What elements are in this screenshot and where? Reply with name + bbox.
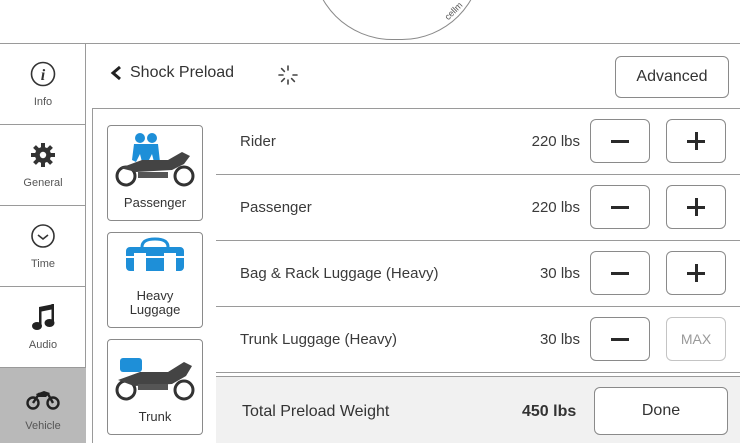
plus-icon (687, 198, 705, 216)
chevron-left-icon (110, 65, 121, 81)
load-value: 30 lbs (539, 265, 580, 282)
trunk-motorcycle-icon (112, 344, 198, 402)
minus-icon (611, 139, 629, 143)
preset-label-line2: Luggage (129, 302, 181, 317)
sidebar-item-info[interactable]: i Info (0, 44, 86, 125)
increase-button[interactable] (666, 185, 726, 229)
sidebar-item-label: Vehicle (25, 420, 61, 432)
preset-trunk-tile[interactable]: Trunk (107, 339, 203, 435)
svg-text:i: i (41, 67, 46, 84)
preset-heavy-luggage-tile[interactable]: Heavy Luggage (107, 232, 203, 328)
load-name: Passenger (240, 199, 312, 216)
minus-icon (611, 337, 629, 341)
decrease-button[interactable] (590, 251, 650, 295)
sidebar-item-vehicle[interactable]: Vehicle (0, 368, 86, 443)
preset-column: Passenger Heavy Luggage Trunk (92, 108, 216, 443)
sidebar-item-label: Time (30, 258, 56, 270)
total-row: Total Preload Weight 450 lbs Done (216, 376, 740, 443)
plus-icon (687, 132, 705, 150)
rider-passenger-motorcycle-icon (112, 130, 198, 188)
load-row-rider: Rider 220 lbs (216, 109, 740, 175)
advanced-button[interactable]: Advanced (615, 56, 729, 98)
plus-icon (687, 264, 705, 282)
total-label: Total Preload Weight (242, 403, 390, 420)
decrease-button[interactable] (590, 185, 650, 229)
load-value: 220 lbs (531, 133, 580, 150)
preset-label: Trunk (138, 409, 172, 424)
load-name: Bag & Rack Luggage (Heavy) (240, 265, 439, 282)
increase-button[interactable] (666, 251, 726, 295)
load-row-trunk-luggage: Trunk Luggage (Heavy) 30 lbs MAX (216, 307, 740, 373)
preset-label-line1: Heavy (136, 288, 174, 303)
load-name: Trunk Luggage (Heavy) (240, 331, 398, 348)
page-title: Shock Preload (130, 64, 235, 81)
sidebar-item-label: Audio (28, 339, 58, 351)
increase-button[interactable] (666, 119, 726, 163)
music-note-icon (0, 301, 86, 333)
sidebar: i Info General Time Audio Vehicle (0, 44, 86, 443)
info-icon: i (0, 58, 86, 90)
decrease-button[interactable] (590, 317, 650, 361)
sidebar-item-label: Info (33, 96, 53, 108)
top-status-bar: cellm (0, 0, 740, 44)
sidebar-item-audio[interactable]: Audio (0, 287, 86, 368)
page-header: Shock Preload Advanced (86, 44, 740, 108)
motorcycle-icon (0, 382, 86, 414)
sidebar-item-label: General (23, 177, 63, 189)
load-name: Rider (240, 133, 276, 150)
sidebar-item-time[interactable]: Time (0, 206, 86, 287)
load-value: 220 lbs (531, 199, 580, 216)
minus-icon (611, 205, 629, 209)
load-row-passenger: Passenger 220 lbs (216, 175, 740, 241)
load-value: 30 lbs (539, 331, 580, 348)
preset-passenger-tile[interactable]: Passenger (107, 125, 203, 221)
luggage-icon (112, 237, 198, 273)
done-button[interactable]: Done (594, 387, 728, 435)
clock-icon (0, 220, 86, 252)
loading-spinner-icon (278, 65, 298, 90)
sidebar-item-general[interactable]: General (0, 125, 86, 206)
back-button[interactable]: Shock Preload (110, 64, 234, 82)
preset-label: Passenger (123, 195, 187, 210)
load-row-bag-rack-luggage: Bag & Rack Luggage (Heavy) 30 lbs (216, 241, 740, 307)
max-label: MAX (680, 331, 712, 347)
minus-icon (611, 271, 629, 275)
decrease-button[interactable] (590, 119, 650, 163)
gear-icon (0, 139, 86, 171)
max-button: MAX (666, 317, 726, 361)
total-value: 450 lbs (522, 403, 577, 420)
